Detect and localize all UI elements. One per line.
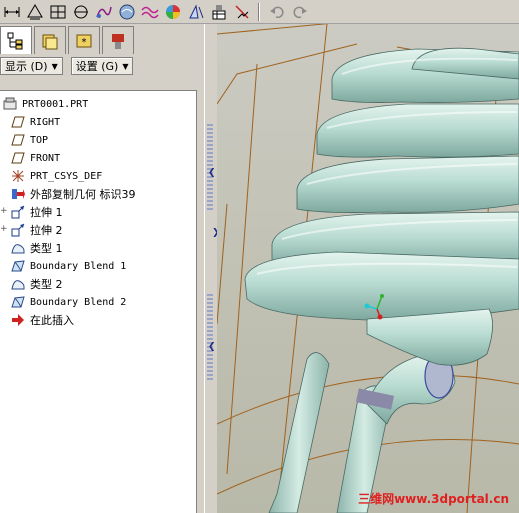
tree-item-external-copy[interactable]: 外部复制几何 标识39 xyxy=(10,185,136,203)
svg-text:*: * xyxy=(82,37,87,48)
part-icon xyxy=(2,96,18,112)
panel-menu-bar: 显示 (D) ▼ 设置 (G) ▼ xyxy=(0,55,204,77)
tab-connections[interactable] xyxy=(102,26,134,54)
surface-icon xyxy=(10,240,26,256)
csys-icon xyxy=(10,168,26,184)
sweep-icon[interactable] xyxy=(231,1,253,23)
datum-plane-icon xyxy=(10,114,26,130)
tree-item-boundary-blend-2[interactable]: Boundary Blend 2 xyxy=(10,293,126,311)
collapse-left-icon[interactable]: ❮ xyxy=(208,168,216,178)
tree-item-right[interactable]: RIGHT xyxy=(10,113,60,131)
splitter-grip[interactable] xyxy=(207,294,213,380)
folder-browser-icon xyxy=(42,34,58,49)
table-icon[interactable] xyxy=(208,1,230,23)
tree-item-boundary-blend-1[interactable]: Boundary Blend 1 xyxy=(10,257,126,275)
curve-icon[interactable] xyxy=(93,1,115,23)
tree-item-label: 在此插入 xyxy=(30,314,74,327)
external-copy-icon xyxy=(10,186,26,202)
graphics-viewport[interactable]: 三维网www.3dportal.cn xyxy=(217,24,519,513)
model-tree-icon xyxy=(7,32,23,49)
tree-item-label: 拉伸 1 xyxy=(30,206,63,219)
expand-icon[interactable]: + xyxy=(0,206,8,216)
tree-item-label: 外部复制几何 标识39 xyxy=(30,188,136,201)
surface-icon xyxy=(10,276,26,292)
favorites-icon: * xyxy=(76,34,92,48)
extrude-icon xyxy=(10,204,26,220)
watermark-cn: 三维网 xyxy=(358,492,395,506)
undo-icon[interactable] xyxy=(266,1,288,23)
tree-item-label: 类型 1 xyxy=(30,242,63,255)
measure-icon[interactable] xyxy=(185,1,207,23)
redo-icon[interactable] xyxy=(289,1,311,23)
boundary-blend-icon xyxy=(10,258,26,274)
tree-item-extrude-1[interactable]: 拉伸 1 xyxy=(10,203,63,221)
tree-item-csys[interactable]: PRT_CSYS_DEF xyxy=(10,167,102,185)
watermark-url: www.3dportal.cn xyxy=(394,492,509,506)
tree-item-label: PRT_CSYS_DEF xyxy=(30,170,103,182)
tree-item-label: FRONT xyxy=(30,152,61,164)
chevron-down-icon: ▼ xyxy=(122,61,129,71)
tree-item-top[interactable]: TOP xyxy=(10,131,48,149)
tree-item-label: RIGHT xyxy=(30,116,61,128)
shading-icon[interactable] xyxy=(116,1,138,23)
settings-menu-label: 设置 (G) xyxy=(75,60,119,73)
tree-item-label: TOP xyxy=(30,134,49,146)
tree-item-surface-2[interactable]: 类型 2 xyxy=(10,275,63,293)
connections-icon xyxy=(112,33,124,49)
tab-model-tree[interactable] xyxy=(0,26,32,54)
expand-icon[interactable]: + xyxy=(0,224,8,234)
collapse-left-icon[interactable]: ❮ xyxy=(208,342,216,352)
show-menu-button[interactable]: 显示 (D) ▼ xyxy=(0,57,63,75)
panel-tabs: * xyxy=(0,26,204,54)
dimension-icon[interactable] xyxy=(1,1,23,23)
datum-plane-icon xyxy=(10,132,26,148)
datum-plane-icon xyxy=(10,150,26,166)
insert-here-arrow-icon xyxy=(10,312,26,328)
datum-plane-icon[interactable] xyxy=(24,1,46,23)
tree-item-label: 类型 2 xyxy=(30,278,63,291)
panel-splitter[interactable]: ❮ ❮ ❯ xyxy=(204,24,220,513)
settings-menu-button[interactable]: 设置 (G) ▼ xyxy=(70,57,134,75)
spring-rods xyxy=(268,352,456,513)
chevron-down-icon: ▼ xyxy=(51,61,58,71)
sketch-grid-icon[interactable] xyxy=(47,1,69,23)
top-toolbar xyxy=(0,0,519,24)
tree-item-label: Boundary Blend 2 xyxy=(30,296,127,308)
tab-folder-browser[interactable] xyxy=(34,26,66,54)
watermark: 三维网www.3dportal.cn xyxy=(358,490,509,507)
tree-item-insert-here[interactable]: 在此插入 xyxy=(10,311,74,329)
model-tree: PRT0001.PRT RIGHT TOP FRONT PRT_CSYS_DEF… xyxy=(0,90,197,513)
wave-curve-icon[interactable] xyxy=(139,1,161,23)
pro-engineer-window: * 显示 (D) ▼ 设置 (G) ▼ PRT0001.PRT RIGHT TO… xyxy=(0,0,519,513)
tree-item-front[interactable]: FRONT xyxy=(10,149,60,167)
color-sphere-icon[interactable] xyxy=(162,1,184,23)
tree-item-label: 拉伸 2 xyxy=(30,224,63,237)
model-tree-panel: * 显示 (D) ▼ 设置 (G) ▼ PRT0001.PRT RIGHT TO… xyxy=(0,24,204,513)
toolbar-separator xyxy=(258,2,260,21)
tree-item-extrude-2[interactable]: 拉伸 2 xyxy=(10,221,63,239)
tree-item-surface-1[interactable]: 类型 1 xyxy=(10,239,63,257)
tree-root[interactable]: PRT0001.PRT xyxy=(2,95,88,113)
tree-item-label: Boundary Blend 1 xyxy=(30,260,127,272)
extrude-icon xyxy=(10,222,26,238)
boundary-blend-icon xyxy=(10,294,26,310)
splitter-grip[interactable] xyxy=(207,124,213,210)
spring-model xyxy=(217,24,519,513)
tab-favorites[interactable]: * xyxy=(68,26,100,54)
datum-axis-icon[interactable] xyxy=(70,1,92,23)
show-menu-label: 显示 (D) xyxy=(5,60,48,73)
tree-root-label: PRT0001.PRT xyxy=(22,98,89,110)
